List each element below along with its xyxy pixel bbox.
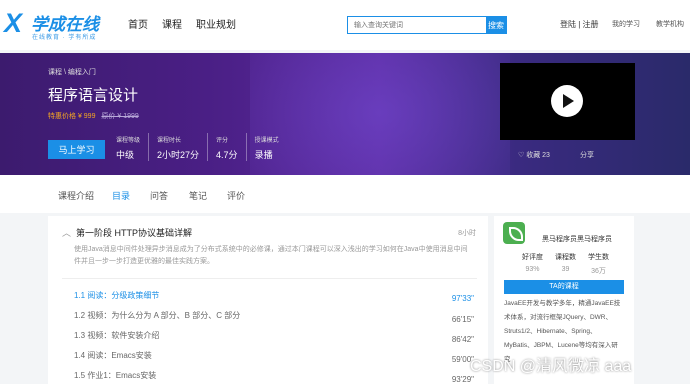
course-banner: 课程 \ 编程入门 程序语言设计 特惠价格 ¥ 999 原价 ¥ 1999 马上… (0, 53, 690, 175)
favorite-button[interactable]: ♡ 收藏 23 (518, 150, 550, 160)
tab-intro[interactable]: 课程介绍 (58, 189, 94, 202)
chapter-duration: 8小时 (458, 230, 476, 237)
main-nav: 首页 课程 职业规划 (128, 16, 236, 31)
lesson-item[interactable]: 1.4 阅读：Emacs安装 (74, 350, 152, 361)
stat-label: 授课模式 (254, 138, 279, 144)
stat-value: 中级 (116, 150, 135, 160)
tab-notes[interactable]: 笔记 (189, 189, 207, 202)
divider (62, 278, 477, 279)
lesson-time: 97'33" (451, 294, 474, 303)
lesson-item[interactable]: 1.5 作业1：Emacs安装 (74, 370, 156, 381)
lesson-time: 66'15" (451, 315, 474, 324)
stat-mode: 授课模式 录播 (245, 133, 287, 161)
stat-level: 课程等级 中级 (108, 133, 148, 161)
share-button[interactable]: 分享 (580, 150, 594, 160)
video-player[interactable] (500, 63, 635, 140)
chevron-up-icon: ︿ (62, 228, 72, 238)
nav-item-courses[interactable]: 课程 (162, 16, 182, 31)
tab-catalog[interactable]: 目录 (112, 189, 130, 202)
start-learning-button[interactable]: 马上学习 (48, 140, 105, 159)
teacher-stat-courses: 课程数 39 (555, 252, 576, 276)
lesson-item[interactable]: 1.1 阅读：分级政策细节 (74, 290, 159, 301)
site-logo[interactable]: X 学成在线 在线教育 · 学有所成 (4, 6, 114, 42)
course-tabs: 课程介绍 目录 问答 笔记 评价 (0, 175, 690, 213)
teacher-stat-students: 学生数 36万 (588, 252, 609, 276)
my-study-link[interactable]: 我的学习 (612, 19, 640, 29)
price-info: 特惠价格 ¥ 999 原价 ¥ 1999 (48, 111, 139, 121)
stat-label: 课程等级 (116, 138, 141, 144)
stat-value: 录播 (254, 150, 273, 160)
teacher-name[interactable]: 黑马程序员黑马程序员 (542, 234, 612, 244)
top-header: X 学成在线 在线教育 · 学有所成 首页 课程 职业规划 搜索 登陆 | 注册… (0, 0, 690, 50)
stat-label: 好评度 (522, 254, 543, 261)
lesson-item[interactable]: 1.3 视频：软件安装介绍 (74, 330, 159, 341)
leaf-icon (503, 222, 525, 244)
lesson-item[interactable]: 1.2 视频：为什么分为 A 部分、B 部分、C 部分 (74, 310, 240, 321)
stat-value: 2小时27分 (157, 150, 200, 160)
teacher-stats: 好评度 93% 课程数 39 学生数 36万 (522, 252, 609, 276)
nav-item-career[interactable]: 职业规划 (196, 16, 236, 31)
nav-item-home[interactable]: 首页 (128, 16, 148, 31)
chapter-header[interactable]: ︿ 第一阶段 HTTP协议基础详解 (62, 226, 192, 239)
original-price: 原价 ¥ 1999 (101, 113, 139, 120)
stat-value: 4.7分 (216, 150, 238, 160)
stat-label: 学生数 (588, 254, 609, 261)
page-title: 程序语言设计 (48, 87, 139, 104)
teaching-org-link[interactable]: 教学机构 (656, 19, 684, 29)
search-box: 搜索 (347, 16, 507, 34)
catalog-panel: ︿ 第一阶段 HTTP协议基础详解 8小时 使用Java消息中间件处理异步消息成为… (48, 216, 488, 384)
stat-label: 评分 (216, 138, 229, 144)
teacher-stat-rating: 好评度 93% (522, 252, 543, 276)
lesson-time: 93'29" (451, 375, 474, 384)
stat-rating: 评分 4.7分 (207, 133, 246, 161)
teacher-courses-button[interactable]: TA的课程 (504, 280, 624, 294)
stat-label: 课程时长 (157, 138, 182, 144)
course-stats: 课程等级 中级 课程时长 2小时27分 评分 4.7分 授课模式 录播 (108, 133, 287, 161)
chapter-description: 使用Java消息中间件处理异步消息成为了分布式系统中的必修课，通过本门课程可以深… (74, 246, 468, 265)
stat-value: 36万 (591, 268, 606, 275)
stat-duration: 课程时长 2小时27分 (148, 133, 207, 161)
lesson-time: 86'42" (451, 335, 474, 344)
play-icon[interactable] (551, 85, 583, 117)
logo-slogan: 在线教育 · 学有所成 (32, 35, 97, 41)
search-input[interactable] (348, 17, 486, 33)
tab-reviews[interactable]: 评价 (227, 189, 245, 202)
chapter-title: 第一阶段 HTTP协议基础详解 (76, 228, 193, 238)
breadcrumb[interactable]: 课程 \ 编程入门 (48, 67, 96, 77)
watermark: CSDN @清风微凉 aaa (470, 358, 632, 375)
stat-value: 93% (525, 266, 540, 273)
search-button[interactable]: 搜索 (486, 17, 506, 33)
stat-value: 39 (561, 266, 570, 273)
stat-label: 课程数 (555, 254, 576, 261)
sale-price: 特惠价格 ¥ 999 (48, 113, 96, 120)
login-register-link[interactable]: 登陆 | 注册 (560, 19, 599, 30)
logo-mark: X (4, 8, 22, 38)
tab-qa[interactable]: 问答 (150, 189, 168, 202)
